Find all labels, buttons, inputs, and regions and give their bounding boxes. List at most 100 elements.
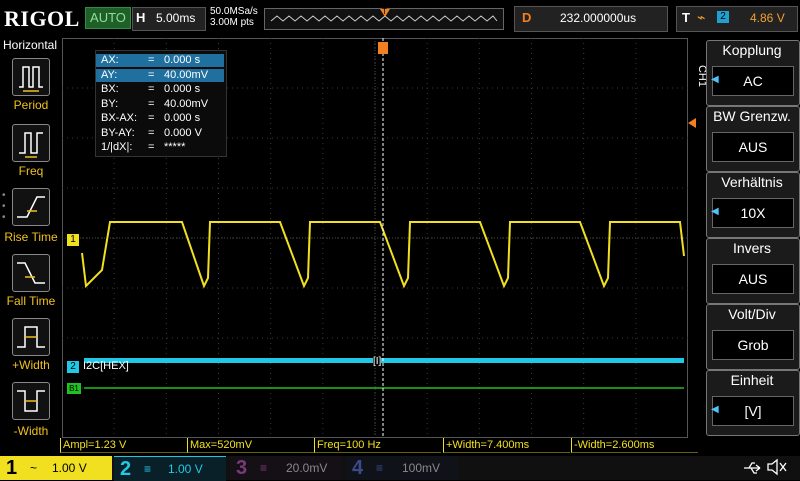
memory-depth: 3.00M pts [210,17,254,28]
cursor-key: BY: [101,97,119,110]
fall-time-label: Fall Time [6,294,56,308]
cursor-key: AX: [101,54,119,66]
cursor-row: AY: = 40.00mV [96,68,224,82]
cursor-intersection-marker: [I] [373,356,382,367]
freq-label: Freq [18,164,44,178]
cursor-value: 0.000 V [164,126,202,139]
negative-width-icon [17,390,45,412]
minus-width-button[interactable] [12,382,50,420]
trigger-source-badge: 2 [717,11,729,23]
ch2-number: 2 [120,458,132,480]
bw-limit-menu-title: BW Grenzw. [713,108,791,124]
cursor-key: AY: [101,68,118,81]
measurement-max[interactable]: Max=520mV [187,438,314,453]
sample-info: 50.0MSa/s 3.00M pts [210,6,258,28]
cursor-eq: = [148,97,155,110]
unit-menu-value[interactable]: [V] [712,396,794,426]
cursor-row: AX: = 0.000 s [96,54,224,67]
invert-menu-title: Invers [732,240,772,256]
ch2-waveform [84,358,684,363]
ch2-coupling-icon: ≡ [144,462,152,476]
invert-menu-value[interactable]: AUS [712,264,794,294]
cursor-eq: = [148,126,155,139]
ch1-number: 1 [6,457,18,479]
period-icon [19,66,43,92]
trigger-position-label: T [382,7,387,16]
cursor-value: ***** [164,141,186,153]
cursor-eq: = [148,141,155,153]
freq-button[interactable] [12,124,50,162]
cursor-value: 0.000 s [164,83,201,95]
timebase-value: 5.00ms [156,11,196,25]
trigger-level: 4.86 V [750,11,785,25]
volts-div-menu-title: Volt/Div [728,306,776,322]
cursor-value: 40.00mV [164,68,209,81]
ch4-tab[interactable]: 4 ≡ 100mV [346,456,458,480]
fall-time-icon [17,262,45,284]
trigger-level-marker [688,118,696,128]
coupling-menu-title: Kopplung [722,42,782,58]
delay-value: 232.000000us [560,11,637,25]
cursor-row: BX-AX: = 0.000 s [96,112,224,125]
ch4-coupling-icon: ≡ [376,461,384,475]
cursor-key: BX: [101,83,119,95]
cursor-row: 1/|dX|: = ***** [96,141,224,154]
period-button[interactable] [12,58,50,96]
period-label: Period [13,98,49,112]
cursor-readout-table: AX: = 0.000 s AY: = 40.00mV BX: = 0.000 s BY: = 40.… [95,50,227,157]
speaker-muted-icon[interactable] [766,458,788,481]
brand-logo: RIGOL [4,6,80,31]
cursor-value: 0.000 s [164,112,201,124]
trigger-label: T [682,10,690,25]
bus1-marker[interactable]: B1 [67,383,81,394]
cursor-eq: = [148,112,155,124]
cursor-key: BY-AY: [101,126,135,139]
ch1-scale: 1.00 V [52,461,87,475]
measurement-minus-width[interactable]: -Width=2.600ms [571,438,698,453]
menu-select-arrow-icon: ◀ [711,74,719,85]
trigger-time-marker [378,42,388,54]
sample-rate: 50.0MSa/s [210,6,258,17]
fall-time-button[interactable] [12,254,50,292]
cursor-eq: = [148,68,155,81]
rise-time-button[interactable] [12,188,50,226]
coupling-menu-value[interactable]: AC [712,66,794,96]
probe-ratio-menu-value[interactable]: 10X [712,198,794,228]
ch1-tab[interactable]: 1 ~ 1.00 V [0,456,112,480]
run-mode-badge[interactable]: AUTO [85,7,131,29]
cursor-key: BX-AX: [101,112,138,124]
unit-menu-title: Einheit [730,372,774,388]
cursor-row: BY: = 40.00mV [96,98,224,111]
rise-time-icon [17,196,45,218]
menu-select-arrow-icon: ◀ [711,206,719,217]
cursor-eq: = [148,83,155,95]
cursor-eq: = [148,54,155,66]
ch3-number: 3 [236,457,248,479]
cursor-row: BY-AY: = 0.000 V [96,127,224,140]
ch2-offset-marker[interactable]: 2 [67,361,79,373]
cursor-key: 1/|dX|: [101,141,133,153]
ch2-scale: 1.00 V [168,462,203,476]
ch3-tab[interactable]: 3 ≡ 20.0mV [230,456,342,480]
horizontal-panel-title: Horizontal [2,38,58,52]
delay-label: D [522,10,532,25]
usb-icon [742,460,764,481]
measurement-ampl[interactable]: Ampl=1.23 V [60,438,187,453]
plus-width-label: +Width [12,358,50,372]
cursor-value: 0.000 s [164,54,201,66]
measurement-freq[interactable]: Freq=100 Hz [314,438,441,453]
frequency-icon [19,132,43,158]
ch2-tab[interactable]: 2 ≡ 1.00 V [114,456,226,481]
timebase-label: H [136,10,146,25]
measurement-plus-width[interactable]: +Width=7.400ms [443,438,570,453]
volts-div-menu-value[interactable]: Grob [712,330,794,360]
menu-select-arrow-icon: ◀ [711,404,719,415]
positive-width-icon [17,326,45,348]
ch3-coupling-icon: ≡ [260,461,268,475]
rise-time-label: Rise Time [4,230,58,244]
ch1-offset-marker[interactable]: 1 [67,234,79,246]
scroll-dots: • • • [2,190,6,223]
bw-limit-menu-value[interactable]: AUS [712,132,794,162]
plus-width-button[interactable] [12,318,50,356]
ch4-scale: 100mV [402,461,441,475]
